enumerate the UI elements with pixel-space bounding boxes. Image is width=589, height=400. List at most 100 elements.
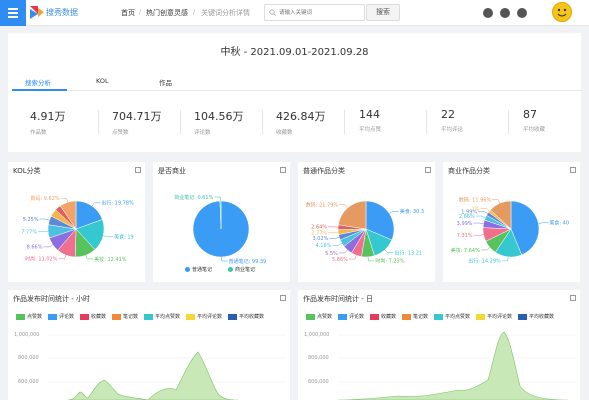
label-line <box>39 218 50 221</box>
legend-label: 商业笔记 <box>235 267 256 273</box>
label-line <box>538 222 549 224</box>
avatar[interactable] <box>552 2 572 22</box>
slice-label: 8.66% <box>27 245 43 251</box>
label-line <box>473 222 484 225</box>
label-line <box>367 256 375 262</box>
crown-icon[interactable] <box>483 8 493 18</box>
legend-normal[interactable]: 普通笔记 <box>185 266 212 273</box>
label-line <box>478 211 488 214</box>
kpi-avg-likes: 144 平均点赞 <box>359 108 444 133</box>
slice-label: 美妆: 12.41% <box>94 256 127 263</box>
search-button[interactable]: 搜索 <box>366 4 400 21</box>
label-line <box>480 208 490 212</box>
breadcrumb-inspiration[interactable]: 热门创意灵感 <box>146 8 188 18</box>
label-line <box>338 249 348 254</box>
slice-label: 数码: 11.96% <box>459 196 492 203</box>
tab-active-indicator <box>12 89 67 91</box>
slice-label: 商业笔记: 0.61% <box>174 194 213 201</box>
brand-name[interactable]: 搜秀数据 <box>46 7 78 18</box>
label-line <box>492 199 501 204</box>
slice-label: 3.02% <box>313 236 329 242</box>
kpi-favorites: 426.84万收藏数 <box>276 108 361 136</box>
kpi-likes: 704.71万点赞数 <box>112 108 197 136</box>
legend-commercial[interactable]: 商业笔记 <box>228 266 255 273</box>
kpi-value: 144 <box>359 108 380 121</box>
kpi-comments: 104.56万评论数 <box>194 108 279 136</box>
normal-works-pie: 美食: 30.3 出行: 13.21 时尚: 7.23% 5.86%5.5% 4.16%… <box>306 200 424 265</box>
search-input[interactable] <box>279 7 363 18</box>
kpi-divider <box>508 110 509 134</box>
slice-label: 普通笔记: 99.39 <box>229 258 267 265</box>
kpi-divider <box>426 110 427 134</box>
kpi-label: 平均评论 <box>441 127 464 133</box>
kpi-works: 4.91万 作品数 <box>30 108 115 136</box>
brand-logo <box>30 6 44 19</box>
label-line <box>214 196 221 202</box>
label-line <box>85 255 94 260</box>
tab-kol[interactable]: KOL <box>96 77 109 85</box>
label-line <box>221 256 228 262</box>
kpi-label: 平均点赞 <box>359 127 382 133</box>
likes-area <box>67 351 239 400</box>
slice-label: 出行: 19.78% <box>101 200 134 207</box>
kol-category-card: KOL分类 出行: 19.78% 美食: 19 美妆: 12.41% 时尚: 11.0… <box>8 162 145 282</box>
search-box <box>264 4 365 21</box>
breadcrumb-separator: / <box>193 8 196 16</box>
daily-area-chart <box>337 331 576 400</box>
slice-label: 时尚: 7.23% <box>375 258 404 265</box>
label-line <box>58 255 67 260</box>
label-line <box>103 235 114 237</box>
menu-icon[interactable] <box>0 0 26 26</box>
slice-label: 数码: 21.79% <box>306 202 339 209</box>
slice-label: 3.99% <box>457 221 473 227</box>
label-line <box>384 249 394 253</box>
slice-label: 出行: 13.21 <box>395 249 423 256</box>
kpi-value: 87 <box>523 108 537 121</box>
label-line <box>91 202 101 207</box>
label-line <box>475 215 486 218</box>
kpi-label: 点赞数 <box>112 130 129 136</box>
kpi-label: 收藏数 <box>276 130 293 136</box>
kpi-avg-comments: 22 平均评论 <box>441 108 526 133</box>
slice-label: 4.16% <box>316 243 332 249</box>
kpi-label: 平均收藏 <box>523 127 546 133</box>
label-line <box>43 244 53 248</box>
slice-label: 2.77% <box>311 230 327 236</box>
alert-icon[interactable] <box>500 8 510 18</box>
settings-icon[interactable] <box>517 8 527 18</box>
kpi-divider <box>98 110 99 134</box>
tab-search-analysis[interactable]: 搜索分析 <box>25 77 51 87</box>
slice-label: 数码: 9.62% <box>30 195 59 202</box>
breadcrumb-home[interactable]: 首页 <box>121 8 135 18</box>
kpi-divider <box>180 110 181 134</box>
search-icon <box>269 9 276 16</box>
slice-label: 时尚: 11.02% <box>25 256 58 263</box>
slice-label: 美食: 19 <box>114 233 134 240</box>
tab-works[interactable]: 作品 <box>159 77 172 87</box>
kpi-avg-favorites: 87 平均收藏 <box>523 108 589 133</box>
commercial-works-card: 商业作品分类 美食: 40 出行: 14.29% 美妆: 7.64% 7.31% 3.9… <box>443 162 580 282</box>
kpi-label: 评论数 <box>194 130 211 136</box>
slice-label: 2.64% <box>311 225 327 231</box>
label-line <box>473 234 484 236</box>
pie-slice[interactable] <box>338 200 367 230</box>
label-line <box>348 255 357 260</box>
slice-label: 5.5% <box>325 251 338 257</box>
kpi-value: 22 <box>441 108 455 121</box>
daily-stats-card: 作品发布时间统计 - 日 点赞数 评论数 收藏数 笔记数 平均点赞数 平均评论数 平均收藏数… <box>298 290 580 400</box>
slice-label: 美妆: 7.64% <box>451 247 480 254</box>
label-line <box>389 211 399 214</box>
commercial-pie: 普通笔记: 99.39 商业笔记: 0.61% <box>174 194 267 265</box>
kpi-value: 104.56万 <box>194 110 244 123</box>
label-line <box>332 243 343 246</box>
label-line <box>480 247 491 251</box>
hourly-stats-card: 作品发布时间统计 - 小时 点赞数 评论数 收藏数 笔记数 平均点赞数 平均评论数 平均收藏… <box>8 290 290 400</box>
breadcrumb-separator: / <box>139 8 142 16</box>
slice-label: 美食: 40 <box>549 220 569 227</box>
kpi-value: 704.71万 <box>112 110 162 123</box>
kpi-value: 426.84万 <box>276 110 326 123</box>
kpi-divider <box>344 110 345 134</box>
kol-category-pie: 出行: 19.78% 美食: 19 美妆: 12.41% 时尚: 11.02% 8.66… <box>21 195 134 263</box>
slice-label: 7.31% <box>457 233 473 239</box>
slice-label: 7.77% <box>21 230 37 236</box>
